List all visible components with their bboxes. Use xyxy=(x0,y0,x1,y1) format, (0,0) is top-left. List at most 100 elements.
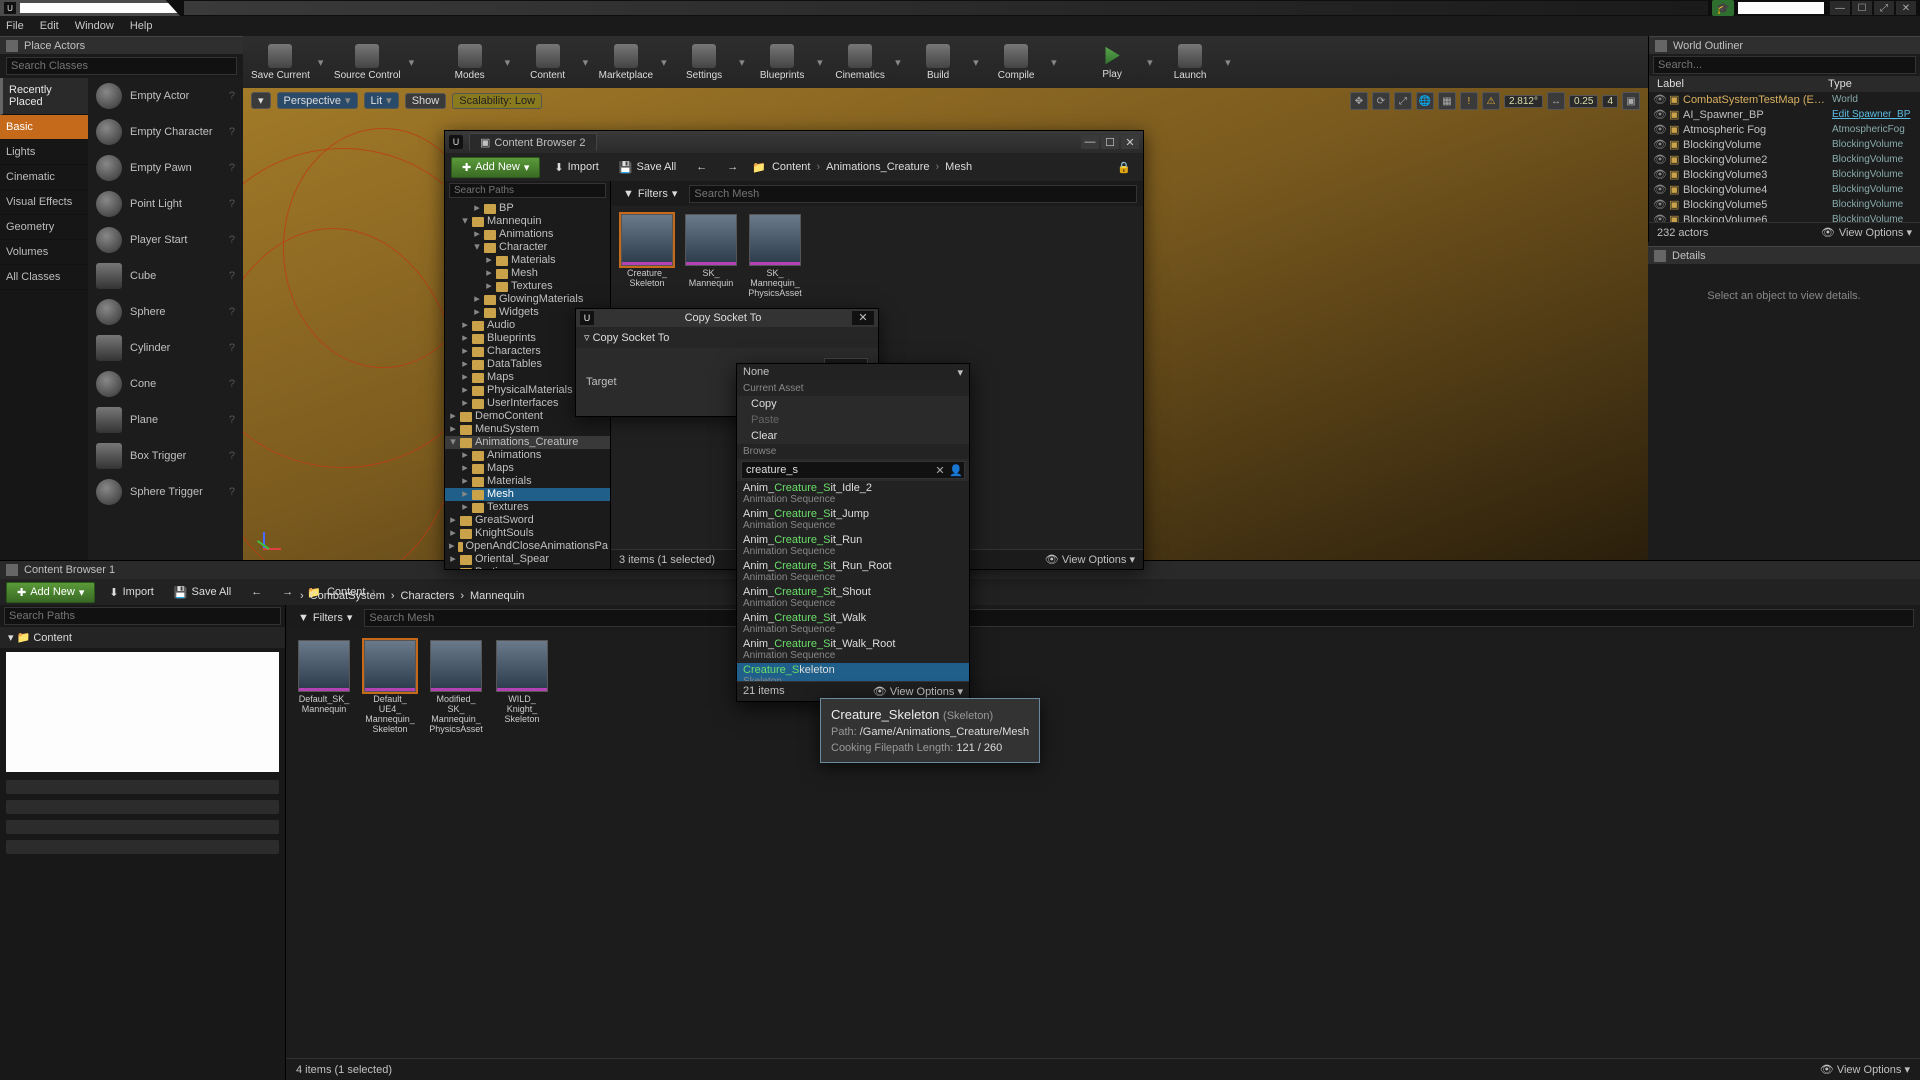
outliner-row[interactable]: 👁▣CombatSystemTestMap (Editor)World xyxy=(1649,92,1920,107)
maximize-button[interactable]: ☐ xyxy=(1852,1,1872,15)
toolbar-dropdown[interactable]: ▾ xyxy=(1051,56,1059,69)
expand-icon[interactable]: ▾ xyxy=(449,436,457,449)
toolbar-dropdown[interactable]: ▾ xyxy=(973,56,981,69)
coord-space-icon[interactable]: 🌐 xyxy=(1416,92,1434,110)
toolbar-dropdown[interactable]: ▾ xyxy=(1147,56,1155,69)
picker-view-options[interactable]: 👁 View Options ▾ xyxy=(873,685,963,698)
toolbar-modes[interactable]: Modes xyxy=(443,38,497,86)
expand-icon[interactable]: ▸ xyxy=(449,514,457,527)
save-all-button[interactable]: 💾 Save All xyxy=(613,158,682,177)
picker-clear[interactable]: Clear xyxy=(737,428,969,444)
transform-move-icon[interactable]: ✥ xyxy=(1350,92,1368,110)
eye-icon[interactable]: 👁 xyxy=(1653,153,1665,166)
toolbar-marketplace[interactable]: Marketplace xyxy=(599,38,653,86)
expand-icon[interactable]: ▸ xyxy=(461,384,469,397)
outliner-row[interactable]: 👁▣BlockingVolumeBlockingVolume xyxy=(1649,137,1920,152)
toolbar-build[interactable]: Build xyxy=(911,38,965,86)
toolbar-dropdown[interactable]: ▾ xyxy=(895,56,903,69)
tree-node[interactable]: ▸MenuSystem xyxy=(445,423,610,436)
expand-icon[interactable]: ▸ xyxy=(449,566,457,569)
cb2-search-paths[interactable] xyxy=(449,183,606,198)
show-button[interactable]: Show xyxy=(405,93,447,109)
tree-node[interactable]: ▸Mesh xyxy=(445,488,610,501)
tree-node[interactable]: ▾Animations_Creature xyxy=(445,436,610,449)
toolbar-dropdown[interactable]: ▾ xyxy=(739,56,747,69)
dialog-close[interactable]: ✕ xyxy=(852,311,874,325)
expand-icon[interactable]: ▸ xyxy=(461,449,469,462)
toolbar-dropdown[interactable]: ▾ xyxy=(318,56,326,69)
cb1-save-all[interactable]: 💾 Save All xyxy=(168,583,237,602)
tree-node[interactable]: ▸KnightSouls xyxy=(445,527,610,540)
cb1-tab[interactable]: Content Browser 1 xyxy=(24,564,115,576)
asset-tile[interactable]: Modified_SK_Mannequin_PhysicsAsset xyxy=(428,640,484,734)
expand-icon[interactable]: ▸ xyxy=(449,540,455,553)
eye-icon[interactable]: 👁 xyxy=(1653,198,1665,211)
transform-rotate-icon[interactable]: ⟳ xyxy=(1372,92,1390,110)
fullscreen-button[interactable]: ⤢ xyxy=(1874,1,1894,15)
pa-category-all-classes[interactable]: All Classes xyxy=(0,265,88,290)
help-icon[interactable]: ? xyxy=(229,234,235,246)
camera-speed[interactable]: 4 xyxy=(1602,95,1618,108)
lit-button[interactable]: Lit▾ xyxy=(364,92,399,109)
grid-snap-icon[interactable]: ▦ xyxy=(1438,92,1456,110)
tree-node[interactable]: ▸Partixx xyxy=(445,566,610,569)
picker-item[interactable]: Anim_Creature_Sit_Run_RootAnimation Sequ… xyxy=(737,559,969,585)
expand-icon[interactable]: ▸ xyxy=(461,332,469,345)
tree-node[interactable]: ▸Materials xyxy=(445,254,610,267)
menu-window[interactable]: Window xyxy=(75,20,114,32)
pa-item-cone[interactable]: Cone? xyxy=(88,366,243,402)
eye-icon[interactable]: 👁 xyxy=(1653,93,1665,106)
cb1-nav-fwd[interactable]: → xyxy=(276,583,299,601)
tree-node[interactable]: ▸Animations xyxy=(445,228,610,241)
toolbar-blueprints[interactable]: Blueprints xyxy=(755,38,809,86)
expand-icon[interactable]: ▸ xyxy=(461,371,469,384)
eye-icon[interactable]: 👁 xyxy=(1653,213,1665,222)
expand-icon[interactable]: ▸ xyxy=(461,501,469,514)
cb2-tab[interactable]: ▣Content Browser 2 xyxy=(469,133,597,151)
cb2-maximize[interactable]: ☐ xyxy=(1101,135,1119,149)
close-button[interactable]: ✕ xyxy=(1896,1,1916,15)
toolbar-cinematics[interactable]: Cinematics xyxy=(833,38,887,86)
pa-category-geometry[interactable]: Geometry xyxy=(0,215,88,240)
toolbar-dropdown[interactable]: ▾ xyxy=(505,56,513,69)
pa-category-visual-effects[interactable]: Visual Effects xyxy=(0,190,88,215)
help-icon[interactable]: ? xyxy=(229,162,235,174)
eye-icon[interactable]: 👁 xyxy=(1653,108,1665,121)
tree-node[interactable]: ▸BP xyxy=(445,202,610,215)
picker-selected[interactable]: None▾ xyxy=(737,364,969,381)
filters-button[interactable]: ▼ Filters ▾ xyxy=(617,184,683,203)
toolbar-compile[interactable]: Compile xyxy=(989,38,1043,86)
academic-hat-icon[interactable]: 🎓 xyxy=(1712,0,1734,16)
tree-node[interactable]: ▸Oriental_Spear xyxy=(445,553,610,566)
outliner-type[interactable]: Edit Spawner_BP xyxy=(1832,109,1916,120)
cb1-filters[interactable]: ▼ Filters ▾ xyxy=(292,608,358,627)
cb1-breadcrumb-tail[interactable]: ›CombatSystem ›Characters ›Mannequin xyxy=(300,585,1910,607)
cb1-search-paths[interactable] xyxy=(4,607,281,625)
toolbar-save-current[interactable]: Save Current xyxy=(251,38,310,86)
transform-scale-icon[interactable]: ⤢ xyxy=(1394,92,1412,110)
expand-icon[interactable]: ▸ xyxy=(473,202,481,215)
picker-item[interactable]: Anim_Creature_Sit_JumpAnimation Sequence xyxy=(737,507,969,533)
place-actors-tab[interactable]: Place Actors xyxy=(0,36,243,54)
tree-node[interactable]: ▸GlowingMaterials xyxy=(445,293,610,306)
view-options-outliner[interactable]: 👁View Options ▾ xyxy=(1821,226,1912,239)
col-type[interactable]: Type xyxy=(1828,78,1912,90)
expand-icon[interactable]: ▸ xyxy=(449,423,457,436)
tree-node[interactable]: ▸Materials xyxy=(445,475,610,488)
tree-node[interactable]: ▾Character xyxy=(445,241,610,254)
expand-icon[interactable]: ▸ xyxy=(461,475,469,488)
tree-node[interactable]: ▸GreatSword xyxy=(445,514,610,527)
asset-tile[interactable]: Default_SK_Mannequin xyxy=(296,640,352,714)
tree-node[interactable]: ▸OpenAndCloseAnimationsPa xyxy=(445,540,610,553)
world-outliner-search[interactable] xyxy=(1653,56,1916,74)
eye-icon[interactable]: 👁 xyxy=(1653,183,1665,196)
scale-snap-value[interactable]: 0.25 xyxy=(1569,95,1598,108)
toolbar-source-control[interactable]: Source Control xyxy=(334,38,401,86)
pa-item-sphere-trigger[interactable]: Sphere Trigger? xyxy=(88,474,243,510)
toolbar-launch[interactable]: Launch xyxy=(1163,38,1217,86)
world-outliner-tab[interactable]: World Outliner xyxy=(1649,36,1920,54)
outliner-row[interactable]: 👁▣BlockingVolume2BlockingVolume xyxy=(1649,152,1920,167)
tree-node[interactable]: ▸Textures xyxy=(445,280,610,293)
project-tab[interactable]: U xyxy=(0,0,180,16)
cb2-close[interactable]: ✕ xyxy=(1121,135,1139,149)
